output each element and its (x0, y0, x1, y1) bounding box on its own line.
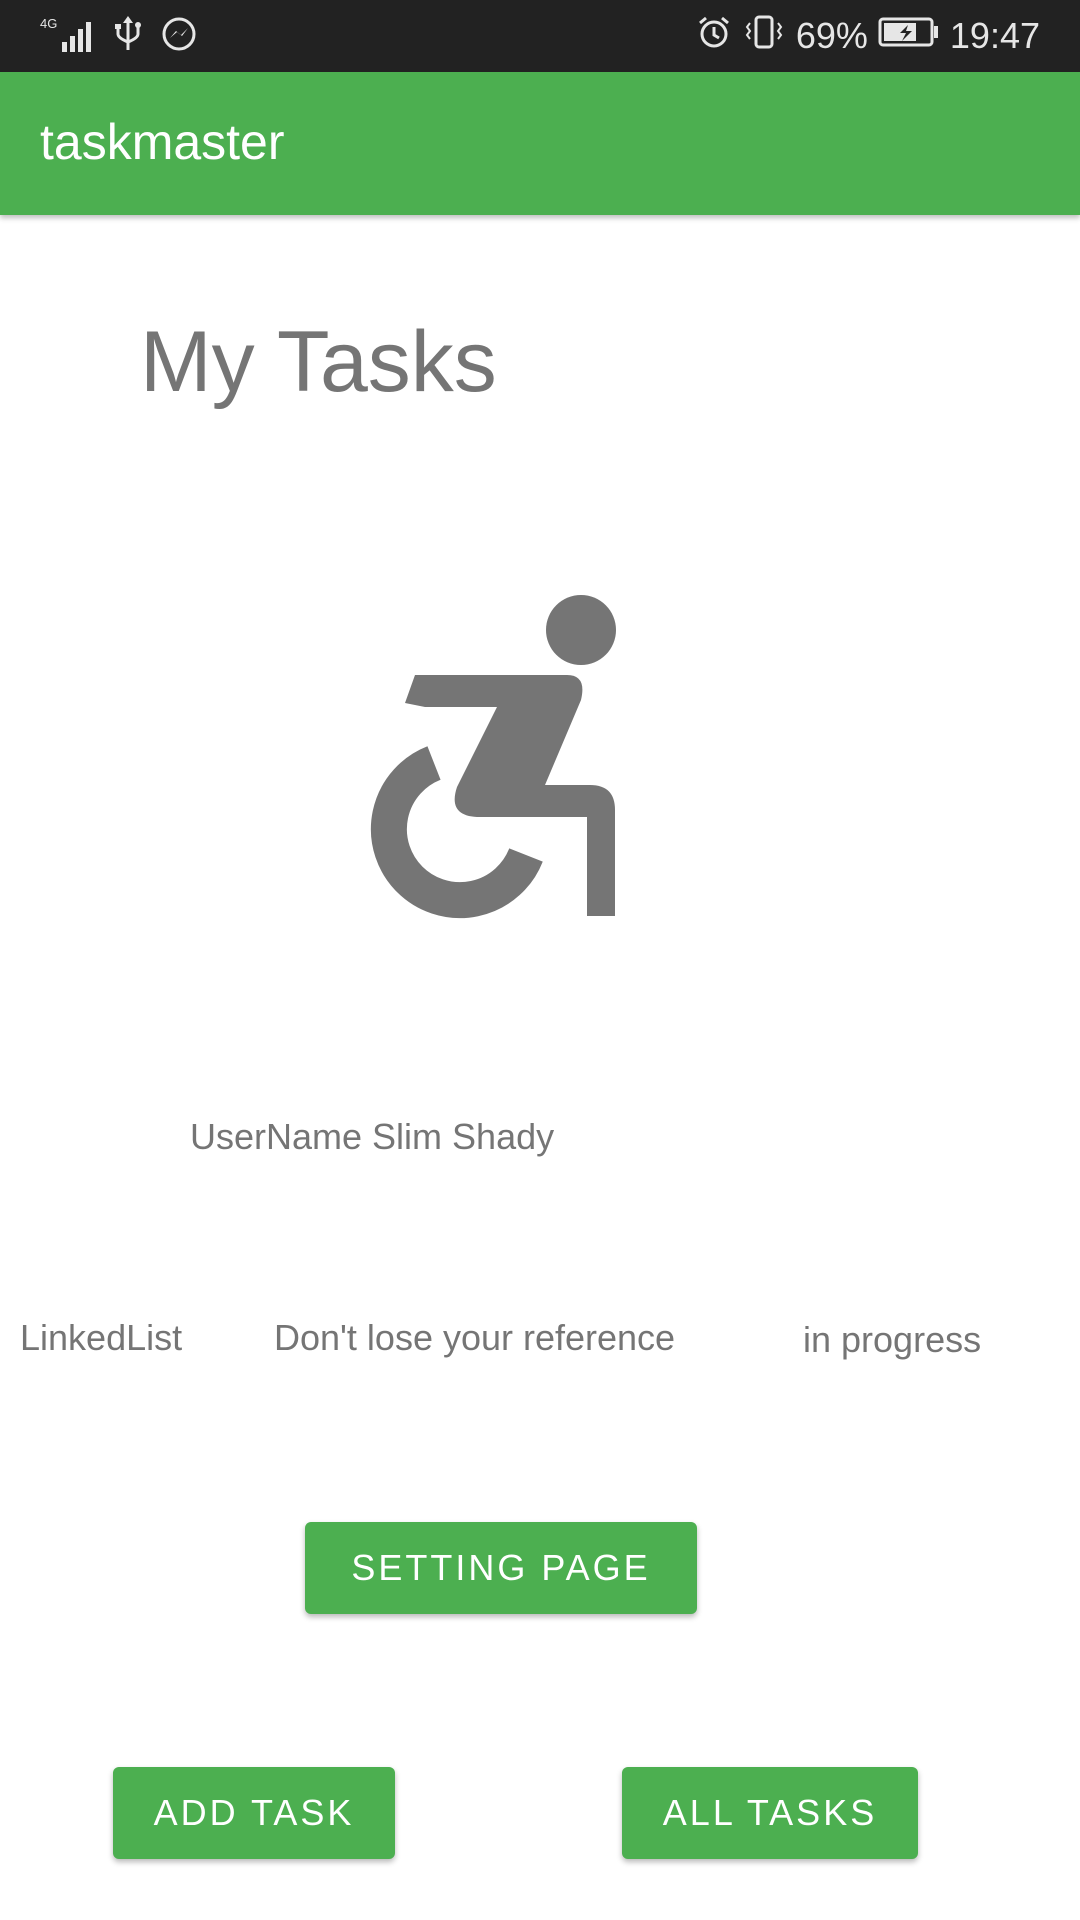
network-type-label: 4G (40, 16, 57, 31)
screen: 4G 69% 19:47 taskmaster My Tasks UserNam… (0, 0, 1080, 1920)
accessible-wheelchair-icon (345, 595, 635, 940)
app-title: taskmaster (40, 114, 285, 170)
task-state: in progress (803, 1319, 982, 1360)
page-title: My Tasks (140, 314, 497, 410)
app-bar: taskmaster (0, 72, 1080, 215)
usb-icon (114, 14, 142, 59)
battery-charging-icon (878, 15, 940, 57)
username-label: UserName Slim Shady (190, 1116, 555, 1157)
task-body: Don't lose your reference (274, 1317, 676, 1358)
alarm-icon (696, 14, 732, 59)
battery-percent: 69% (795, 15, 868, 56)
messenger-icon (160, 15, 198, 58)
vibrate-icon (742, 13, 786, 60)
status-bar: 4G 69% 19:47 (0, 0, 1080, 72)
status-left-icons: 4G (40, 14, 198, 58)
add-task-button[interactable]: ADD TASK (113, 1767, 395, 1859)
all-tasks-button[interactable]: ALL TASKS (622, 1767, 918, 1859)
status-right-icons: 69% 19:47 (696, 14, 1040, 58)
cellular-signal-icon: 4G (40, 14, 96, 59)
setting-page-button[interactable]: SETTING PAGE (305, 1522, 697, 1614)
task-title: LinkedList (20, 1317, 183, 1358)
task-row[interactable]: LinkedList Don't lose your reference in … (0, 1317, 1080, 1367)
clock-time: 19:47 (949, 15, 1040, 56)
